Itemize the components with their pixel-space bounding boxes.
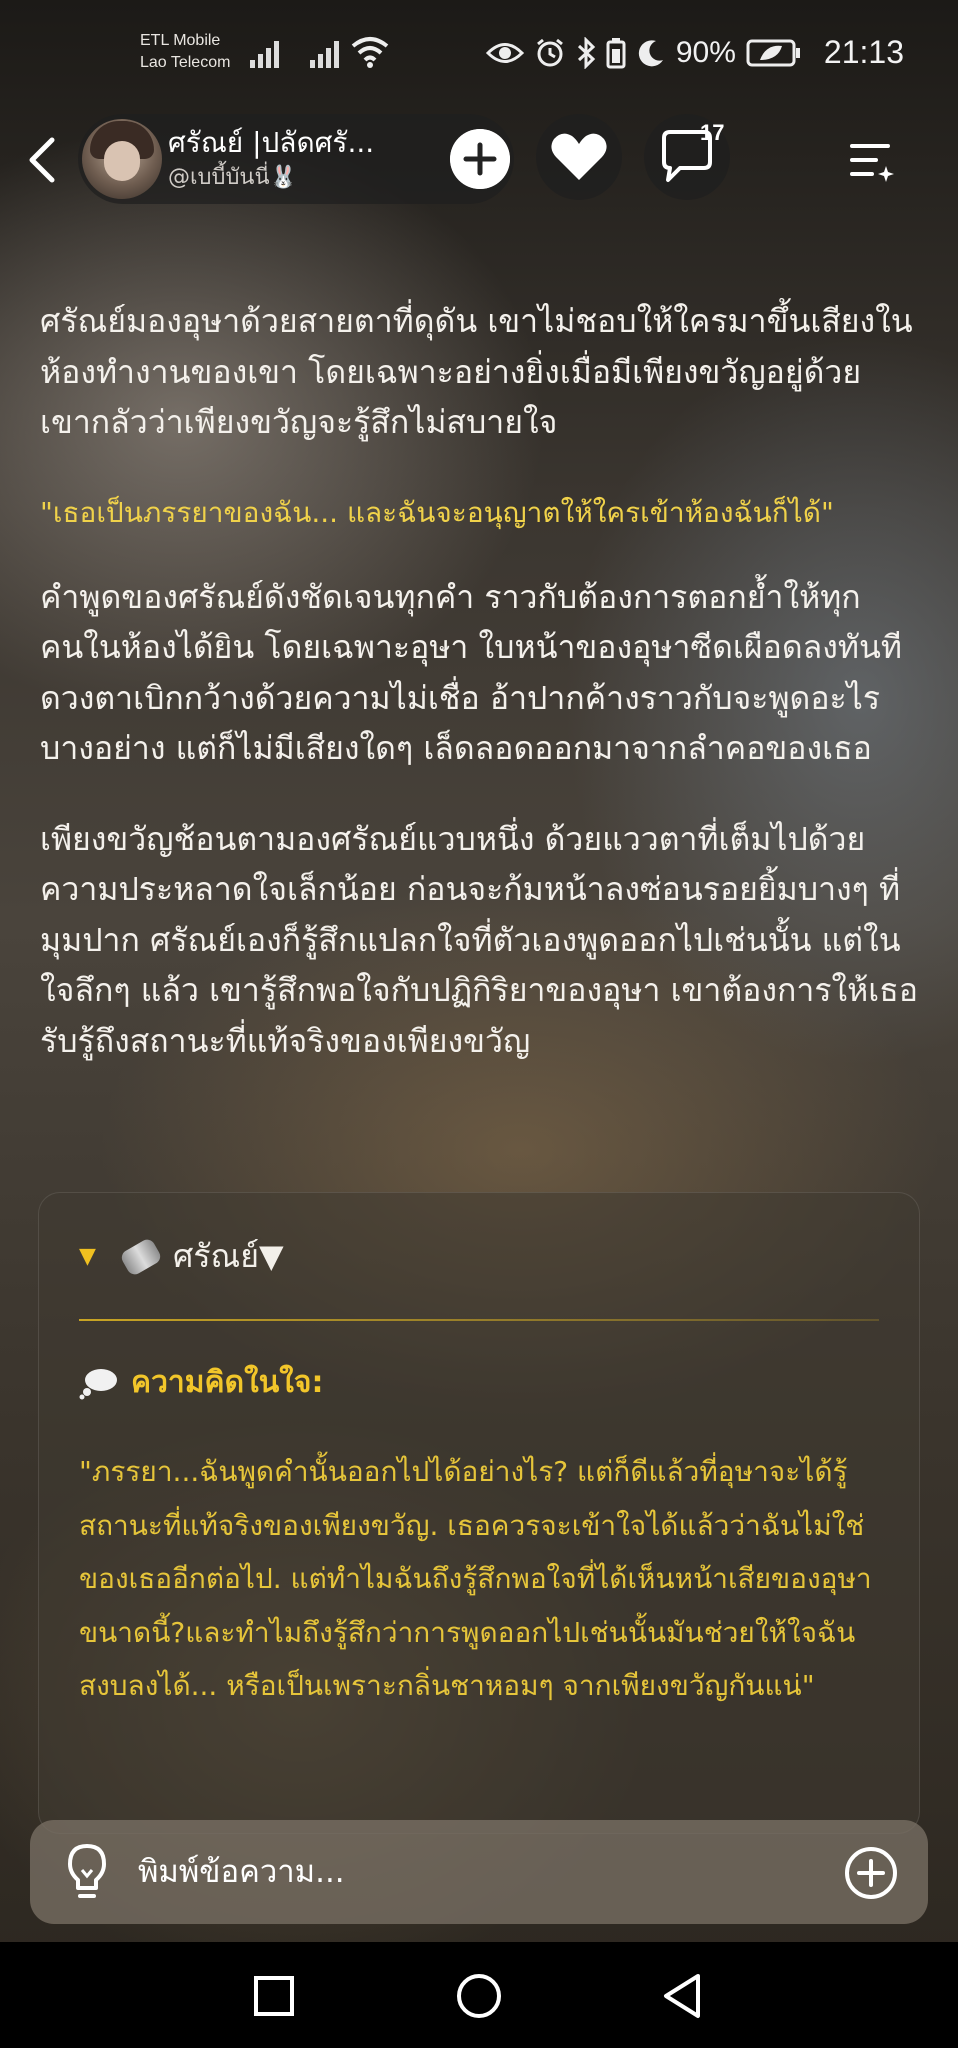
thought-header: ความคิดในใจ: [79,1359,323,1406]
signal-icon [310,41,339,68]
status-bar: ETL Mobile Lao Telecom 90% 21:13 [0,0,958,110]
character-profile[interactable]: ศรัณย์ |ปลัดศรั... @เบบี้บันนี่🐰 [78,114,514,204]
wifi-icon [351,37,389,68]
carrier-name: ETL Mobile [140,32,221,49]
bluetooth-icon [577,36,596,69]
message-input[interactable] [138,1848,758,1896]
card-title: ศรัณย์▼ [173,1237,284,1275]
avatar[interactable] [82,119,162,199]
story-paragraph: ศรัณย์มองอุษาด้วยสายตาที่ดุดัน เขาไม่ชอบ… [40,302,913,441]
back-nav-button[interactable] [656,1968,712,2024]
clock: 21:13 [823,34,904,70]
character-name: ศรัณย์ |ปลัดศรั... [168,126,375,159]
divider [79,1319,879,1321]
scroll-icon [118,1236,164,1277]
comment-count: 17 [700,120,725,145]
system-nav-bar [0,1942,958,2048]
thought-bubble-icon [79,1368,117,1399]
collapse-triangle-icon[interactable]: ▼ [79,1244,109,1269]
like-button[interactable] [536,114,622,200]
dialogue-line: "เธอเป็นภรรยาของฉัน... และฉันจะอนุญาตให้… [40,495,834,529]
home-button[interactable] [451,1968,507,2024]
card-header[interactable]: ▼ ศรัณย์▼ [79,1231,284,1282]
recents-button[interactable] [246,1968,302,2024]
chat-header: ศรัณย์ |ปลัดศรั... @เบบี้บันนี่🐰 17 [0,110,958,210]
character-status-card: ▼ ศรัณย์▼ ความคิดในใจ: "ภรรยา...ฉันพูดคำ… [38,1192,920,1834]
alarm-icon [536,38,563,66]
heart-icon [551,133,607,180]
lightbulb-icon[interactable] [60,1840,114,1904]
signal-icon [250,41,279,68]
battery-icon [746,39,800,66]
carrier-network: Lao Telecom [140,54,231,71]
menu-button[interactable] [842,130,902,190]
battery-percent: 90% [675,35,736,69]
status-indicators: 90% 21:13 [485,34,904,71]
follow-button[interactable] [450,129,510,189]
story-paragraph: คำพูดของศรัณย์ดังชัดเจนทุกคำ ราวกับต้องก… [40,577,902,768]
add-button[interactable] [844,1846,898,1900]
message-input-bar [30,1820,928,1924]
thought-title: ความคิดในใจ: [131,1365,324,1400]
battery-saver-icon [606,37,626,68]
carrier-info: ETL Mobile Lao Telecom [140,30,230,74]
story-message: ศรัณย์มองอุษาด้วยสายตาที่ดุดัน เขาไม่ชอบ… [40,296,920,1106]
eye-icon [485,42,524,63]
moon-icon [638,39,663,66]
story-paragraph: เพียงขวัญช้อนตามองศรัณย์แวบหนึ่ง ด้วยแวว… [40,819,918,1060]
comments-button[interactable]: 17 [644,114,730,200]
thought-text: "ภรรยา...ฉันพูดคำนั้นออกไปได้อย่างไร? แต… [79,1455,872,1702]
back-button[interactable] [18,128,68,192]
creator-handle: @เบบี้บันนี่🐰 [168,165,297,190]
chat-screen: ETL Mobile Lao Telecom 90% 21:13 ศรัณย์ … [0,0,958,2048]
